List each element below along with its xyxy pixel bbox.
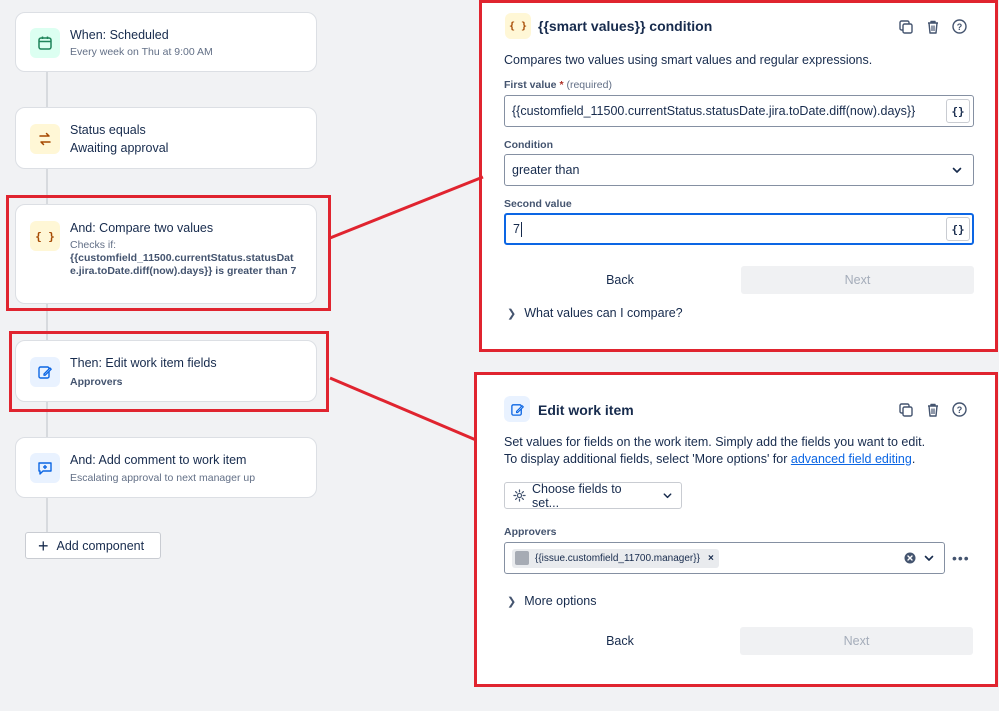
highlight-box-edit-panel bbox=[474, 372, 998, 687]
highlight-box-edit bbox=[9, 331, 329, 412]
callout-line-edit bbox=[329, 376, 477, 442]
highlight-box-condition-panel bbox=[479, 0, 998, 352]
callout-line-condition bbox=[329, 175, 484, 240]
highlight-box-compare bbox=[6, 195, 331, 311]
